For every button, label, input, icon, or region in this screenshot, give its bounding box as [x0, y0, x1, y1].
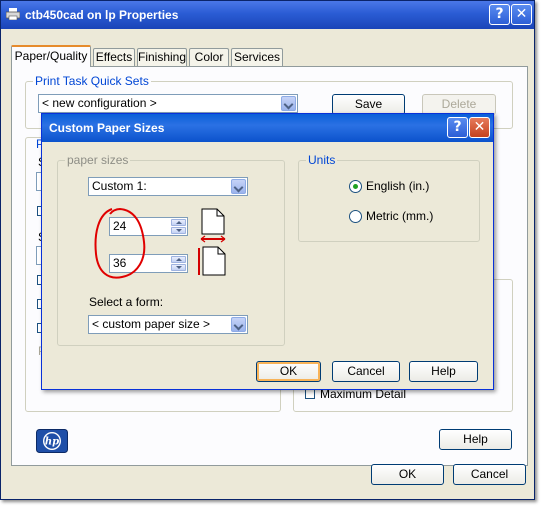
properties-title-bar[interactable]: ctb450cad on lp Properties ? ✕	[1, 1, 534, 29]
height-spinner[interactable]	[171, 256, 186, 271]
paper-size-select[interactable]: Custom 1:	[88, 177, 248, 196]
tab-paper-quality[interactable]: Paper/Quality	[11, 45, 91, 67]
form-select[interactable]: < custom paper size >	[88, 315, 248, 334]
dialog-help-button[interactable]: Help	[409, 361, 478, 382]
dialog-title: Custom Paper Sizes	[49, 121, 165, 135]
page-height-icon	[198, 246, 226, 276]
panel-help-button[interactable]: Help	[439, 429, 512, 450]
maximum-detail-checkbox[interactable]	[305, 389, 315, 399]
width-spinner[interactable]	[171, 219, 186, 234]
quick-set-select[interactable]: < new configuration >	[38, 94, 298, 113]
radio-english[interactable]	[349, 180, 362, 193]
page-width-icon	[200, 208, 226, 243]
form-value: < custom paper size >	[92, 317, 211, 331]
quick-set-value: < new configuration >	[42, 96, 157, 110]
dialog-ok-button[interactable]: OK	[256, 361, 321, 382]
quick-sets-label: Print Task Quick Sets	[33, 74, 151, 88]
tab-color[interactable]: Color	[189, 48, 229, 66]
dialog-help-icon[interactable]: ?	[447, 117, 468, 138]
tab-effects[interactable]: Effects	[93, 48, 135, 66]
hp-logo-text: hp	[45, 437, 59, 448]
radio-metric[interactable]	[349, 210, 362, 223]
save-button[interactable]: Save	[332, 94, 405, 115]
units-group	[298, 160, 480, 242]
dialog-cancel-button[interactable]: Cancel	[332, 361, 400, 382]
close-icon[interactable]: ✕	[511, 4, 532, 25]
paper-sizes-label: paper sizes	[65, 153, 131, 167]
spin-up-icon[interactable]	[171, 219, 186, 226]
dialog-title-bar[interactable]: Custom Paper Sizes ? ✕	[42, 114, 493, 142]
help-icon[interactable]: ?	[489, 4, 510, 25]
cancel-button[interactable]: Cancel	[453, 464, 526, 485]
spin-down-icon[interactable]	[171, 227, 186, 234]
tab-services[interactable]: Services	[231, 48, 283, 66]
units-label: Units	[306, 153, 338, 167]
paper-size-value: Custom 1:	[92, 179, 147, 193]
spin-up-icon[interactable]	[171, 256, 186, 263]
dialog-close-icon[interactable]: ✕	[469, 117, 490, 138]
chevron-down-icon[interactable]	[231, 317, 246, 332]
chevron-down-icon[interactable]	[231, 179, 246, 194]
ok-button[interactable]: OK	[371, 464, 444, 485]
delete-button[interactable]: Delete	[422, 94, 496, 115]
spin-down-icon[interactable]	[171, 264, 186, 271]
red-circle-annotation	[94, 207, 146, 279]
printer-icon	[6, 8, 20, 20]
metric-label: Metric (mm.)	[366, 209, 434, 223]
hp-logo: hp	[36, 429, 68, 453]
chevron-down-icon[interactable]	[281, 96, 296, 111]
tab-finishing[interactable]: Finishing	[137, 48, 187, 66]
select-form-label: Select a form:	[89, 295, 164, 309]
custom-paper-sizes-dialog: Custom Paper Sizes ? ✕ paper sizes Custo…	[41, 113, 494, 390]
english-label: English (in.)	[366, 179, 430, 193]
properties-title: ctb450cad on lp Properties	[25, 8, 179, 22]
